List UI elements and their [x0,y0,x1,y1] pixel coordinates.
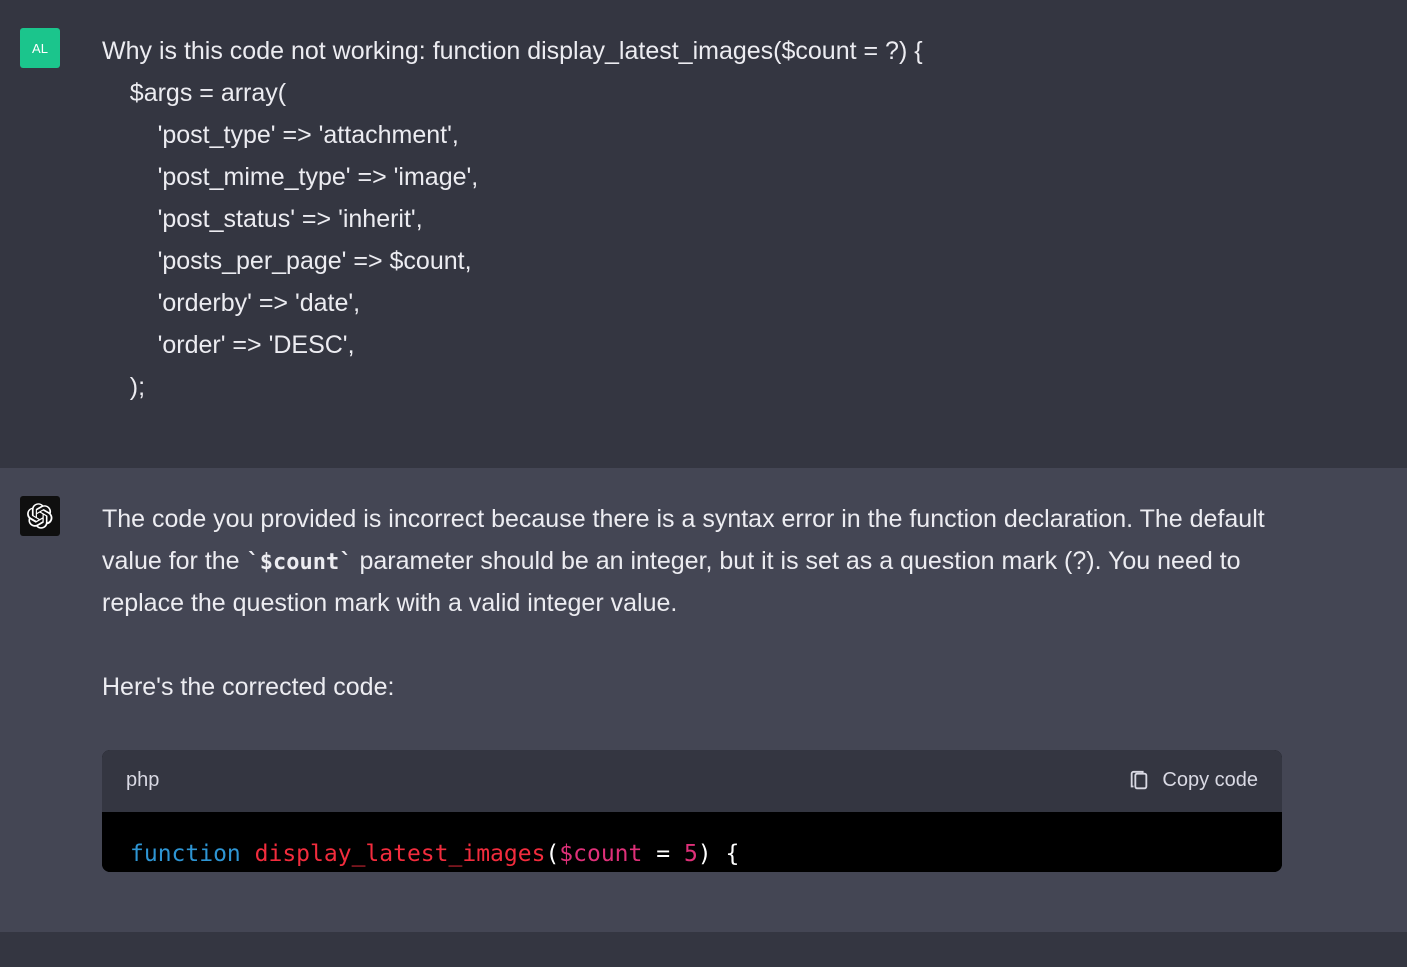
tok-open-paren: ( [545,841,559,867]
user-message-content: Why is this code not working: function d… [102,28,1282,408]
assistant-avatar [20,496,60,536]
user-message-row: AL Why is this code not working: functio… [0,0,1407,468]
copy-code-label: Copy code [1162,764,1258,798]
tok-space [241,841,255,867]
chat-container: AL Why is this code not working: functio… [0,0,1407,932]
tok-open-brace: { [712,841,740,867]
code-block: php Copy code function display_latest_im… [102,750,1282,872]
tok-assign: = [642,841,684,867]
tok-num-five: 5 [684,841,698,867]
tok-close-paren: ) [698,841,712,867]
assistant-message-row: The code you provided is incorrect becau… [0,468,1407,932]
copy-code-button[interactable]: Copy code [1128,764,1258,798]
tok-var-count: $count [559,841,642,867]
user-message-inner: AL Why is this code not working: functio… [0,28,1300,408]
clipboard-icon [1128,770,1150,792]
assistant-message-inner: The code you provided is incorrect becau… [0,496,1300,872]
user-message-text: Why is this code not working: function d… [102,30,1282,408]
user-avatar-text: AL [32,41,48,56]
code-block-header: php Copy code [102,750,1282,812]
user-avatar: AL [20,28,60,68]
code-block-body: function display_latest_images($count = … [102,812,1282,873]
tok-keyword-function: function [130,841,241,867]
tok-function-name: display_latest_images [255,841,546,867]
inline-code-count: `$count` [247,550,353,575]
openai-logo-icon [27,503,53,529]
assistant-para-2: Here's the corrected code: [102,666,1282,708]
assistant-para-1: The code you provided is incorrect becau… [102,498,1282,624]
code-language-label: php [126,764,159,798]
assistant-message-content: The code you provided is incorrect becau… [102,496,1282,872]
